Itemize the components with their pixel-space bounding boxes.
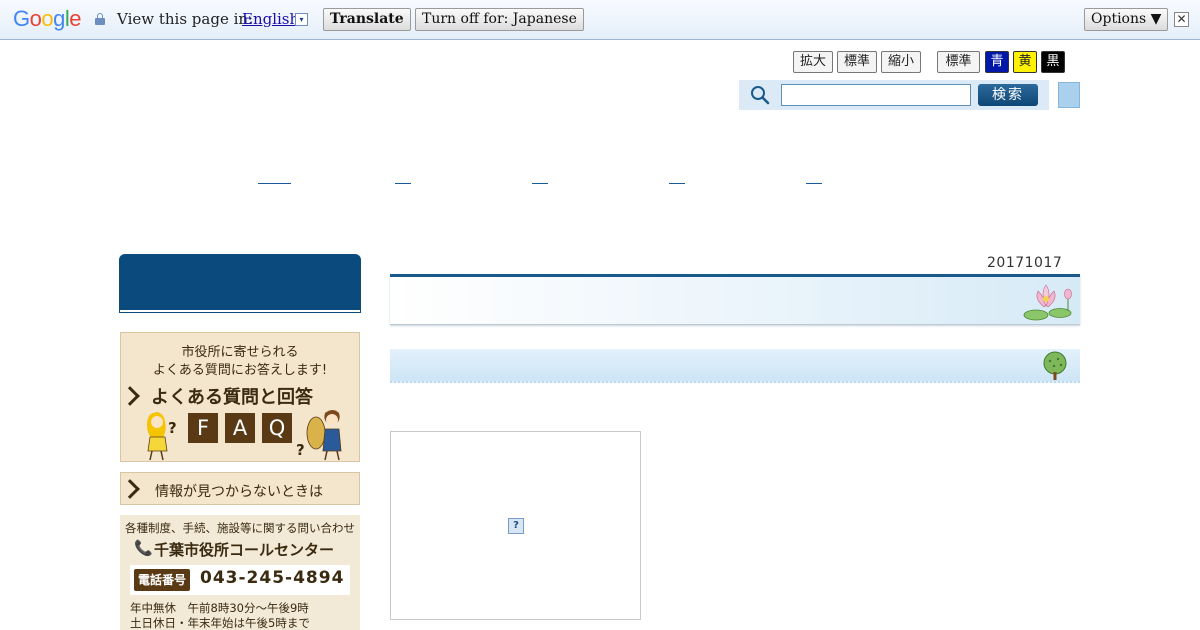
text-standard-button[interactable]: 標準 bbox=[837, 51, 877, 73]
chevron-right-icon bbox=[120, 386, 140, 406]
nav-link-4[interactable] bbox=[669, 183, 685, 184]
faq-letter-a: A bbox=[225, 413, 255, 443]
not-found-link[interactable]: 情報が見つからないときは bbox=[120, 472, 360, 505]
translate-button[interactable]: Translate bbox=[323, 8, 411, 31]
header-widget[interactable] bbox=[1058, 82, 1080, 108]
page-title-bar bbox=[390, 274, 1080, 325]
call-center-hours-weekend: 土日休日・年末年始は午後5時まで bbox=[130, 616, 310, 630]
faq-letter-f: F bbox=[188, 413, 218, 443]
chevron-down-icon[interactable]: ▾ bbox=[295, 13, 308, 26]
call-center-hours: 年中無休 午前8時30分～午後9時 bbox=[130, 601, 309, 615]
nav-link-1[interactable] bbox=[258, 183, 291, 184]
question-mark: ? bbox=[168, 419, 177, 437]
not-found-label: 情報が見つからないときは bbox=[155, 484, 323, 500]
faq-letter-q: Q bbox=[262, 413, 292, 443]
text-enlarge-button[interactable]: 拡大 bbox=[793, 51, 833, 73]
turn-off-button[interactable]: Turn off for: Japanese bbox=[415, 8, 584, 31]
question-mark: ? bbox=[296, 441, 305, 459]
options-button[interactable]: Options ▼ bbox=[1084, 8, 1169, 31]
phone-number-box: 電話番号 043-245-4894 bbox=[130, 565, 350, 595]
search-input[interactable] bbox=[781, 84, 971, 106]
search-button[interactable]: 検索 bbox=[978, 84, 1038, 106]
call-center-banner[interactable]: 各種制度、手続、施設等に関する問い合わせ 📞 千葉市役所コールセンター 電話番号… bbox=[120, 515, 360, 630]
nav-link-5[interactable] bbox=[806, 183, 822, 184]
faq-intro-line2: よくある質問にお答えします! bbox=[152, 363, 328, 378]
phone-number: 043-245-4894 bbox=[200, 568, 345, 588]
phone-icon: 📞 bbox=[134, 539, 153, 557]
translate-prompt: View this page in: bbox=[117, 10, 254, 28]
faq-intro-line1: 市役所に寄せられる bbox=[181, 345, 299, 360]
lock-icon bbox=[95, 13, 105, 25]
search-area: 検索 bbox=[739, 80, 1049, 110]
call-center-title: 千葉市役所コールセンター bbox=[154, 541, 335, 559]
image-placeholder: ? bbox=[390, 431, 641, 620]
faq-banner[interactable]: 市役所に寄せられる よくある質問にお答えします! よくある質問と回答 ? F A… bbox=[120, 332, 360, 462]
language-select[interactable]: English bbox=[242, 10, 299, 28]
color-black-button[interactable]: 黒 bbox=[1041, 51, 1065, 73]
search-icon bbox=[751, 86, 770, 105]
lotus-icon bbox=[1023, 284, 1072, 321]
color-blue-button[interactable]: 青 bbox=[985, 51, 1009, 73]
faq-title: よくある質問と回答 bbox=[151, 387, 313, 408]
call-center-intro: 各種制度、手続、施設等に関する問い合わせ bbox=[125, 521, 355, 535]
section-heading-bar bbox=[390, 349, 1080, 383]
text-shrink-button[interactable]: 縮小 bbox=[881, 51, 921, 73]
chevron-right-icon bbox=[120, 479, 140, 499]
color-standard-button[interactable]: 標準 bbox=[937, 51, 980, 73]
tree-icon bbox=[1043, 351, 1067, 380]
man-illustration-icon bbox=[306, 410, 342, 461]
phone-tag: 電話番号 bbox=[134, 569, 191, 591]
broken-image-icon: ? bbox=[508, 518, 524, 534]
nav-link-3[interactable] bbox=[532, 183, 548, 184]
translate-bar: Google View this page in: English ▾ Tran… bbox=[0, 0, 1200, 40]
color-yellow-button[interactable]: 黄 bbox=[1013, 51, 1037, 73]
google-logo: Google bbox=[13, 6, 82, 31]
sidebar-header bbox=[120, 255, 360, 312]
nav-link-2[interactable] bbox=[395, 183, 411, 184]
update-date: 20171017 bbox=[987, 255, 1063, 271]
close-icon[interactable]: ✕ bbox=[1174, 12, 1189, 27]
